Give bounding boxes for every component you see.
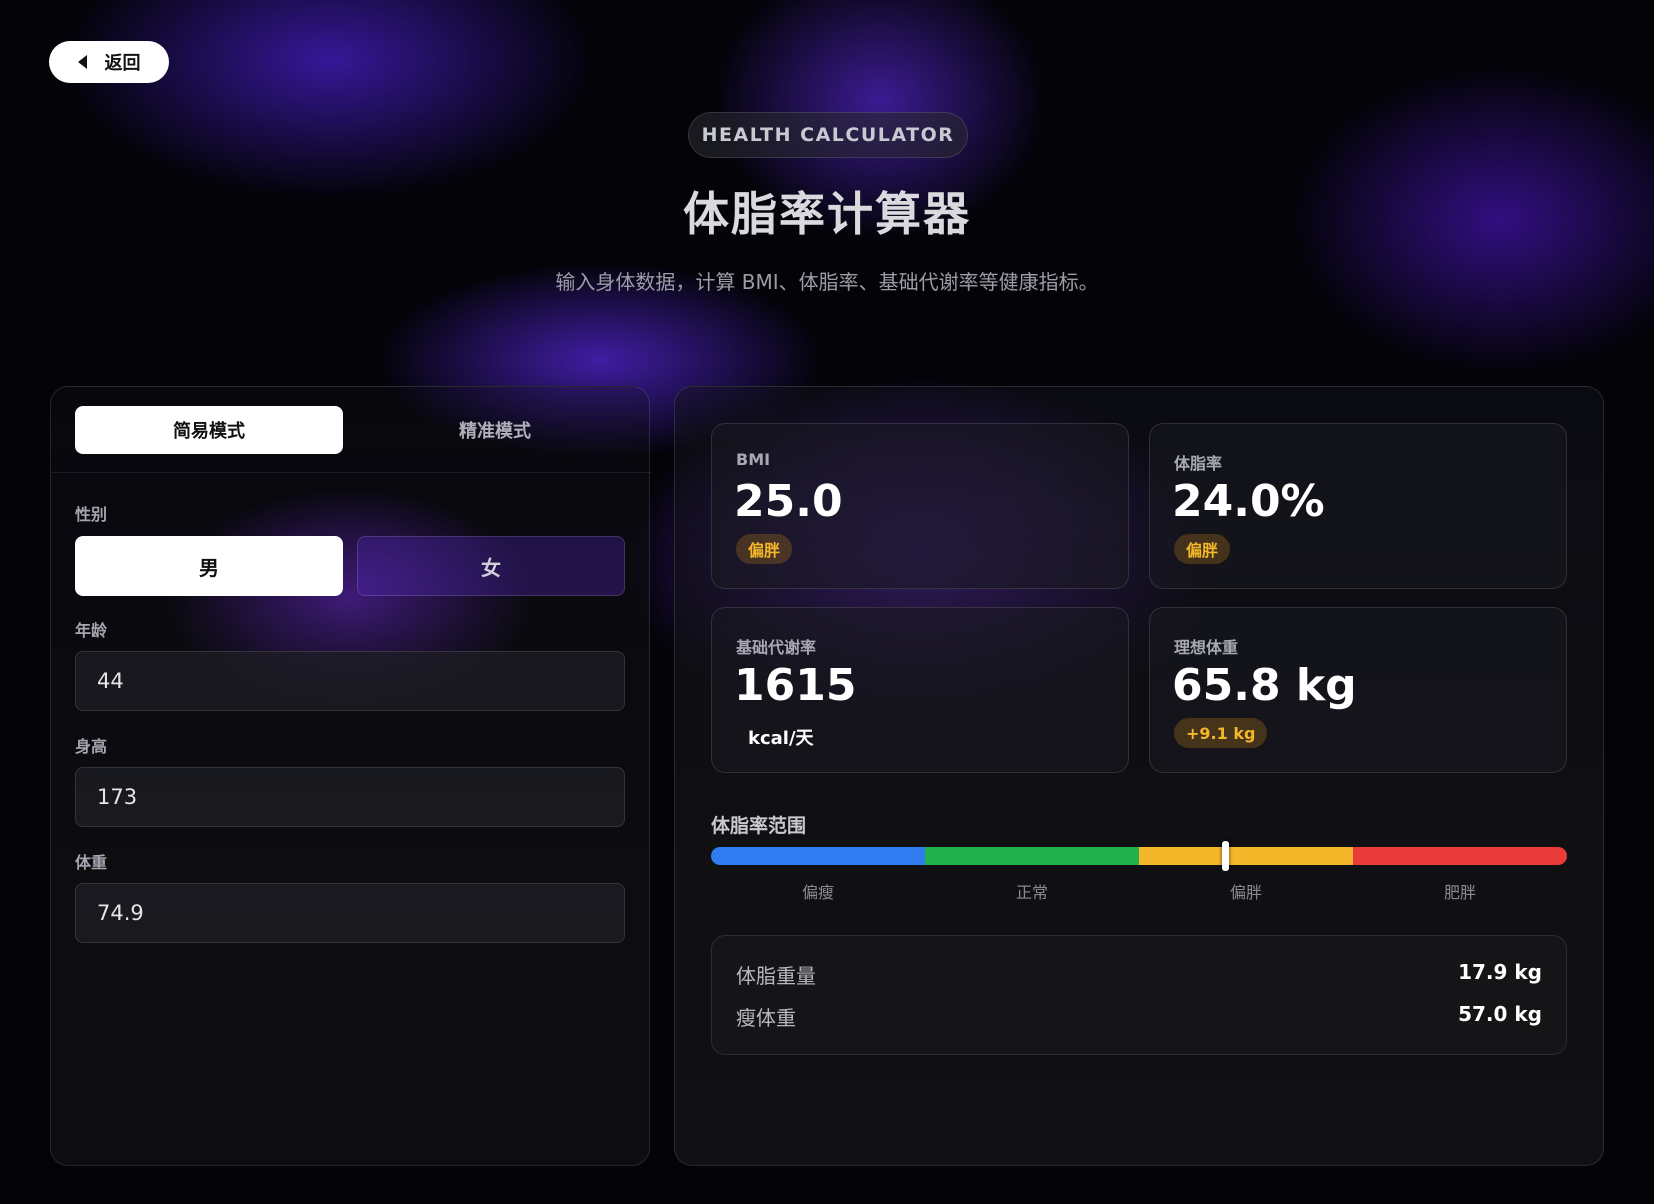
input-panel: 简易模式 精准模式 性别 男 女 年龄 身高 体重 (50, 386, 651, 1166)
back-arrow-icon (77, 55, 87, 69)
age-label: 年龄 (75, 621, 108, 640)
range-label-underweight: 偏瘦 (801, 883, 834, 902)
eyebrow-badge: HEALTH CALCULATOR (688, 112, 968, 158)
body-fat-card: 体脂率 24.0% 偏胖 (1149, 423, 1567, 589)
bmr-card: 基础代谢率 1615 kcal/天 (711, 607, 1129, 773)
lean-mass-label: 瘦体重 (736, 1006, 796, 1030)
age-input[interactable] (75, 651, 625, 711)
bmi-value: 25.0 (734, 476, 843, 527)
back-button[interactable]: 返回 (49, 41, 169, 83)
gender-male-button[interactable]: 男 (75, 536, 343, 596)
ideal-weight-label: 理想体重 (1174, 638, 1239, 657)
lean-mass-value: 57.0 kg (1458, 1002, 1542, 1026)
weight-input[interactable] (75, 883, 625, 943)
lean-mass-row: 瘦体重 57.0 kg (736, 1002, 1542, 1032)
ideal-weight-value: 65.8 kg (1172, 660, 1357, 711)
app-frame: 返回 HEALTH CALCULATOR 体脂率计算器 输入身体数据，计算 BM… (0, 0, 1654, 1204)
bmr-unit: kcal/天 (748, 728, 814, 749)
gender-label: 性别 (75, 505, 108, 524)
range-label-normal: 正常 (1015, 883, 1048, 902)
range-segment-normal (925, 847, 1139, 865)
page-title: 体脂率计算器 (683, 187, 971, 241)
body-fat-value: 24.0% (1172, 476, 1325, 527)
body-fat-label: 体脂率 (1174, 454, 1223, 473)
range-segment-underweight (711, 847, 925, 865)
gender-female-button[interactable]: 女 (357, 536, 625, 596)
fat-mass-value: 17.9 kg (1458, 960, 1542, 984)
body-fat-status-badge: 偏胖 (1174, 534, 1231, 564)
body-fat-range-bar (711, 847, 1567, 865)
tab-simple-mode[interactable]: 简易模式 (75, 406, 343, 454)
bmi-label: BMI (736, 450, 771, 469)
mass-summary: 体脂重量 17.9 kg 瘦体重 57.0 kg (711, 935, 1567, 1055)
height-input[interactable] (75, 767, 625, 827)
bmi-card: BMI 25.0 偏胖 (711, 423, 1129, 589)
results-panel: BMI 25.0 偏胖 体脂率 24.0% 偏胖 基础代谢率 1615 kcal… (674, 386, 1604, 1166)
bmi-status-badge: 偏胖 (736, 534, 793, 564)
range-title: 体脂率范围 (711, 815, 807, 837)
tab-precise-mode[interactable]: 精准模式 (361, 406, 629, 454)
fat-mass-label: 体脂重量 (736, 964, 816, 988)
range-segment-overweight (1139, 847, 1353, 865)
ideal-weight-card: 理想体重 65.8 kg +9.1 kg (1149, 607, 1567, 773)
range-segment-obese (1353, 847, 1567, 865)
ideal-weight-diff-badge: +9.1 kg (1174, 718, 1268, 748)
page-subtitle: 输入身体数据，计算 BMI、体脂率、基础代谢率等健康指标。 (555, 270, 1099, 294)
mode-switcher: 简易模式 精准模式 (51, 387, 651, 473)
range-label-overweight: 偏胖 (1229, 883, 1262, 902)
weight-label: 体重 (75, 853, 108, 872)
height-label: 身高 (75, 737, 108, 756)
range-label-obese: 肥胖 (1443, 883, 1476, 902)
fat-mass-row: 体脂重量 17.9 kg (736, 960, 1542, 990)
bmr-label: 基础代谢率 (736, 638, 817, 657)
bmr-value: 1615 (734, 660, 857, 711)
back-button-label: 返回 (104, 53, 141, 74)
range-marker (1221, 841, 1229, 871)
